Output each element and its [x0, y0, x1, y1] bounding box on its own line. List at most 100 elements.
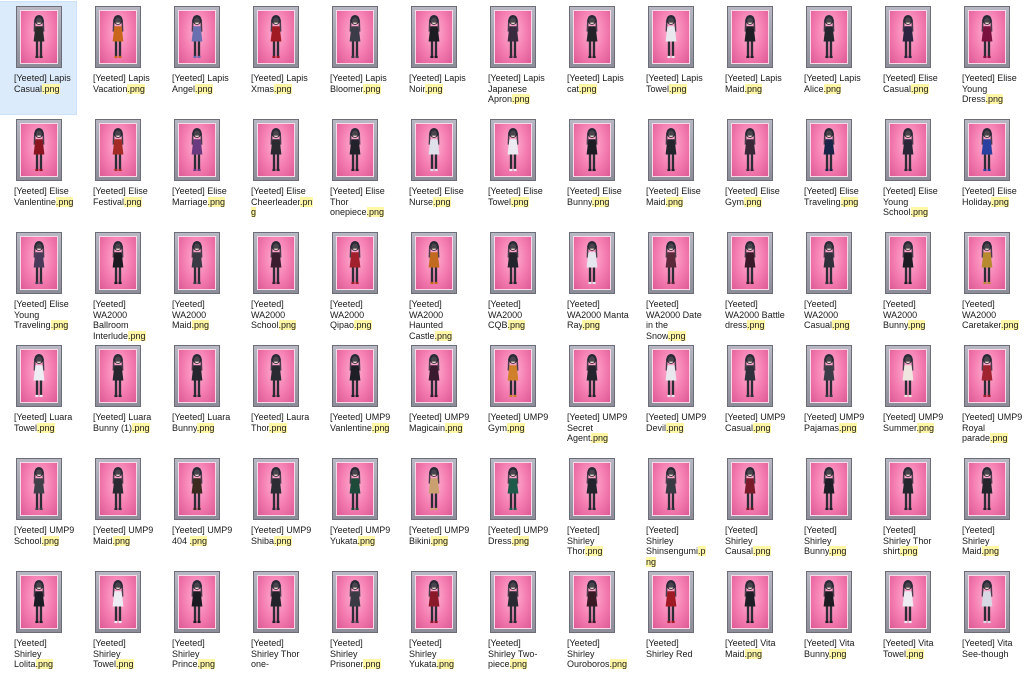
file-item[interactable]: [Yeeted] UMP9 Bikini.png: [395, 454, 471, 566]
file-thumbnail[interactable]: [411, 458, 457, 520]
file-item[interactable]: [Yeeted] Lapis cat.png: [553, 2, 629, 114]
file-item[interactable]: [Yeeted] UMP9 Maid.png: [79, 454, 155, 566]
file-thumbnail[interactable]: [174, 345, 220, 407]
file-thumbnail[interactable]: [806, 571, 852, 633]
file-thumbnail[interactable]: [16, 571, 62, 633]
file-thumbnail[interactable]: [411, 6, 457, 68]
file-thumbnail[interactable]: [964, 571, 1010, 633]
file-item[interactable]: [Yeeted] Laura Thor.png: [237, 341, 313, 453]
file-item[interactable]: [Yeeted] Luara Towel.png: [0, 341, 76, 453]
file-item[interactable]: [Yeeted] WA2000 Qipao.png: [316, 228, 392, 340]
file-item[interactable]: [Yeeted] Shirley Ouroboros.png: [553, 567, 629, 679]
file-thumbnail[interactable]: [727, 6, 773, 68]
file-item[interactable]: [Yeeted] WA2000 Maid.png: [158, 228, 234, 340]
file-item[interactable]: [Yeeted] WA2000 Caretaker.png: [948, 228, 1024, 340]
file-item[interactable]: [Yeeted] Lapis Casual.png: [0, 1, 77, 115]
file-thumbnail[interactable]: [332, 232, 378, 294]
file-item[interactable]: [Yeeted] UMP9 Gym.png: [474, 341, 550, 453]
file-item[interactable]: [Yeeted] WA2000 Battle dress.png: [711, 228, 787, 340]
file-item[interactable]: [Yeeted] WA2000 Manta Ray.png: [553, 228, 629, 340]
file-thumbnail[interactable]: [569, 119, 615, 181]
file-item[interactable]: [Yeeted] UMP9 Shiba.png: [237, 454, 313, 566]
file-thumbnail[interactable]: [253, 119, 299, 181]
file-item[interactable]: [Yeeted] Shirley Causal.png: [711, 454, 787, 566]
file-thumbnail[interactable]: [411, 232, 457, 294]
file-thumbnail[interactable]: [332, 571, 378, 633]
file-thumbnail[interactable]: [648, 6, 694, 68]
file-thumbnail[interactable]: [490, 232, 536, 294]
file-thumbnail[interactable]: [569, 458, 615, 520]
file-item[interactable]: [Yeeted] Lapis Maid.png: [711, 2, 787, 114]
file-item[interactable]: [Yeeted] Luara Bunny.png: [158, 341, 234, 453]
file-item[interactable]: [Yeeted] WA2000 Casual.png: [790, 228, 866, 340]
file-thumbnail[interactable]: [16, 6, 62, 68]
file-thumbnail[interactable]: [174, 119, 220, 181]
file-item[interactable]: [Yeeted] UMP9 Yukata.png: [316, 454, 392, 566]
file-thumbnail[interactable]: [885, 119, 931, 181]
file-item[interactable]: [Yeeted] Shirley Bunny.png: [790, 454, 866, 566]
file-thumbnail[interactable]: [16, 345, 62, 407]
file-thumbnail[interactable]: [411, 571, 457, 633]
file-item[interactable]: [Yeeted] Lapis Xmas.png: [237, 2, 313, 114]
file-item[interactable]: [Yeeted] UMP9 Vanlentine.png: [316, 341, 392, 453]
file-item[interactable]: [Yeeted] Shirley Towel.png: [79, 567, 155, 679]
file-thumbnail[interactable]: [648, 232, 694, 294]
file-item[interactable]: [Yeeted] WA2000 School.png: [237, 228, 313, 340]
file-thumbnail[interactable]: [174, 458, 220, 520]
file-thumbnail[interactable]: [727, 232, 773, 294]
file-thumbnail[interactable]: [332, 345, 378, 407]
file-item[interactable]: [Yeeted] Elise Vanlentine.png: [0, 115, 76, 227]
file-thumbnail[interactable]: [569, 345, 615, 407]
file-item[interactable]: [Yeeted] Elise Holiday.png: [948, 115, 1024, 227]
file-thumbnail[interactable]: [490, 345, 536, 407]
file-item[interactable]: [Yeeted] Elise Bunny.png: [553, 115, 629, 227]
file-item[interactable]: [Yeeted] Elise Marriage.png: [158, 115, 234, 227]
file-thumbnail[interactable]: [95, 232, 141, 294]
file-item[interactable]: [Yeeted] Shirley Lolita.png: [0, 567, 76, 679]
file-item[interactable]: [Yeeted] UMP9 Dress.png: [474, 454, 550, 566]
file-item[interactable]: [Yeeted] UMP9 Magicain.png: [395, 341, 471, 453]
file-thumbnail[interactable]: [490, 458, 536, 520]
file-item[interactable]: [Yeeted] WA2000 Bunny.png: [869, 228, 945, 340]
file-item[interactable]: [Yeeted] Lapis Angel.png: [158, 2, 234, 114]
file-thumbnail[interactable]: [95, 345, 141, 407]
file-thumbnail[interactable]: [648, 345, 694, 407]
file-item[interactable]: [Yeeted] Elise Young Dress.png: [948, 2, 1024, 114]
file-thumbnail[interactable]: [885, 458, 931, 520]
file-item[interactable]: [Yeeted] Lapis Alice.png: [790, 2, 866, 114]
file-thumbnail[interactable]: [885, 6, 931, 68]
file-item[interactable]: [Yeeted] Vita Towel.png: [869, 567, 945, 679]
file-thumbnail[interactable]: [253, 345, 299, 407]
file-item[interactable]: [Yeeted] Elise Traveling.png: [790, 115, 866, 227]
file-item[interactable]: [Yeeted] Elise Cheerleader.png: [237, 115, 313, 227]
file-thumbnail[interactable]: [16, 232, 62, 294]
file-thumbnail[interactable]: [727, 345, 773, 407]
file-thumbnail[interactable]: [727, 119, 773, 181]
file-item[interactable]: [Yeeted] Shirley Two-piece.png: [474, 567, 550, 679]
file-thumbnail[interactable]: [648, 458, 694, 520]
file-thumbnail[interactable]: [569, 571, 615, 633]
file-item[interactable]: [Yeeted] Shirley Thor one-: [237, 567, 313, 679]
file-thumbnail[interactable]: [16, 458, 62, 520]
file-thumbnail[interactable]: [253, 571, 299, 633]
file-thumbnail[interactable]: [332, 6, 378, 68]
file-item[interactable]: [Yeeted] Elise Young Traveling.png: [0, 228, 76, 340]
file-thumbnail[interactable]: [806, 119, 852, 181]
file-item[interactable]: [Yeeted] Shirley Yukata.png: [395, 567, 471, 679]
file-item[interactable]: [Yeeted] Vita See-though: [948, 567, 1024, 679]
file-thumbnail[interactable]: [806, 232, 852, 294]
file-thumbnail[interactable]: [16, 119, 62, 181]
file-item[interactable]: [Yeeted] Vita Maid.png: [711, 567, 787, 679]
file-item[interactable]: [Yeeted] Lapis Noir.png: [395, 2, 471, 114]
file-item[interactable]: [Yeeted] UMP9 Casual.png: [711, 341, 787, 453]
file-thumbnail[interactable]: [885, 232, 931, 294]
file-thumbnail[interactable]: [411, 119, 457, 181]
file-item[interactable]: [Yeeted] UMP9 School.png: [0, 454, 76, 566]
file-item[interactable]: [Yeeted] Shirley Shinsengumi.png: [632, 454, 708, 567]
file-item[interactable]: [Yeeted] Elise Maid.png: [632, 115, 708, 227]
file-item[interactable]: [Yeeted] Shirley Red: [632, 567, 708, 679]
file-item[interactable]: [Yeeted] UMP9 Pajamas.png: [790, 341, 866, 453]
file-thumbnail[interactable]: [174, 6, 220, 68]
file-item[interactable]: [Yeeted] Elise Thor onepiece.png: [316, 115, 392, 227]
file-item[interactable]: [Yeeted] Lapis Towel.png: [632, 2, 708, 114]
